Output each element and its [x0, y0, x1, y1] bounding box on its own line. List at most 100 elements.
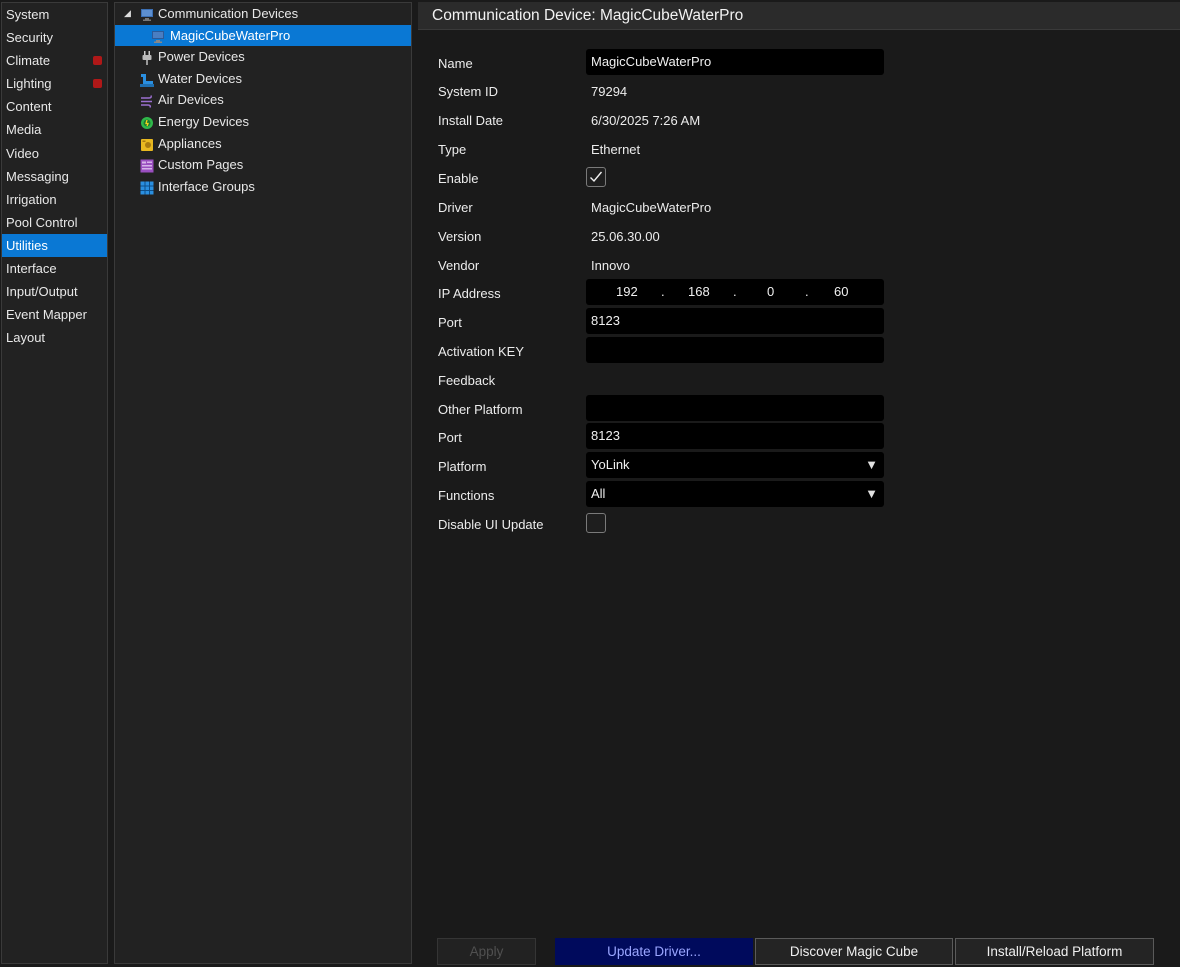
install-date-row: Install Date 6/30/2025 7:26 AM — [418, 107, 1180, 136]
tree-item-energy-devices[interactable]: Energy Devices — [115, 111, 411, 133]
tree-item-communication-devices[interactable]: ◢ Communication Devices — [115, 3, 411, 25]
page-icon — [140, 158, 154, 173]
enable-label: Enable — [438, 171, 479, 186]
nav-item-media[interactable]: Media — [2, 118, 107, 141]
expand-arrow-icon[interactable]: ◢ — [124, 3, 131, 24]
name-row: Name MagicCubeWaterPro — [418, 49, 1180, 78]
platform-label: Platform — [438, 459, 487, 474]
monitor-icon — [140, 7, 154, 21]
system-id-value: 79294 — [591, 84, 628, 99]
nav-item-system[interactable]: System — [2, 3, 107, 26]
nav-item-label: Layout — [6, 330, 46, 346]
nav-item-interface[interactable]: Interface — [2, 257, 107, 280]
tree-item-label: Communication Devices — [158, 6, 299, 21]
status-dot-icon — [93, 79, 102, 89]
install-date-value: 6/30/2025 7:26 AM — [591, 113, 701, 128]
nav-item-event-mapper[interactable]: Event Mapper — [2, 303, 107, 326]
tree-item-appliances[interactable]: Appliances — [115, 133, 411, 155]
other-platform-input[interactable] — [586, 395, 884, 421]
tree-item-custom-pages[interactable]: Custom Pages — [115, 154, 411, 176]
disable-ui-update-row: Disable UI Update — [418, 510, 1180, 539]
ip-address-label: IP Address — [438, 286, 501, 301]
name-label: Name — [438, 56, 473, 71]
ip-dot: . — [661, 284, 665, 299]
ip-octet-1[interactable]: 192 — [616, 279, 638, 305]
monitor-icon — [151, 29, 165, 43]
nav-item-messaging[interactable]: Messaging — [2, 165, 107, 188]
status-dot-icon — [93, 56, 102, 66]
tree-item-power-devices[interactable]: Power Devices — [115, 46, 411, 68]
ip-octet-4[interactable]: 60 — [834, 279, 848, 305]
wind-icon — [140, 93, 154, 109]
nav-item-label: Content — [6, 99, 52, 115]
ip-address-input[interactable]: 192 . 168 . 0 . 60 — [586, 279, 884, 305]
system-id-label: System ID — [438, 84, 498, 99]
enable-checkbox[interactable] — [586, 167, 606, 187]
nav-item-label: System — [6, 7, 50, 22]
tree-item-air-devices[interactable]: Air Devices — [115, 89, 411, 111]
tree-item-label: Interface Groups — [158, 178, 255, 194]
tree-item-interface-groups[interactable]: Interface Groups — [115, 176, 411, 198]
faucet-icon — [140, 72, 154, 87]
apply-button[interactable]: Apply — [437, 938, 536, 965]
nav-item-label: Input/Output — [6, 284, 78, 300]
port-input[interactable]: 8123 — [586, 308, 884, 334]
tree-item-label: Appliances — [158, 135, 222, 151]
tree-item-label: Air Devices — [158, 92, 224, 108]
grid-icon — [140, 180, 154, 195]
type-row: Type Ethernet — [418, 136, 1180, 165]
platform-port-label: Port — [438, 430, 462, 445]
nav-item-label: Event Mapper — [6, 307, 87, 323]
platform-port-row: Port 8123 — [418, 423, 1180, 452]
system-id-row: System ID 79294 — [418, 78, 1180, 107]
nav-item-input-output[interactable]: Input/Output — [2, 280, 107, 303]
nav-item-layout[interactable]: Layout — [2, 326, 107, 349]
vendor-label: Vendor — [438, 258, 480, 273]
ip-octet-3[interactable]: 0 — [767, 279, 774, 305]
nav-item-label: Video — [6, 145, 40, 161]
nav-item-lighting[interactable]: Lighting — [2, 72, 107, 95]
driver-row: Driver MagicCubeWaterPro — [418, 194, 1180, 223]
functions-select[interactable]: All ▼ — [586, 481, 884, 507]
nav-item-label: Interface — [6, 261, 57, 277]
nav-item-label: Climate — [6, 53, 51, 69]
update-driver-button[interactable]: Update Driver... — [555, 938, 753, 965]
activation-key-input[interactable] — [586, 337, 884, 363]
device-tree: ◢ Communication Devices MagicCubeWaterPr… — [114, 2, 412, 964]
platform-port-input[interactable]: 8123 — [586, 423, 884, 449]
nav-item-pool-control[interactable]: Pool Control — [2, 211, 107, 234]
tree-item-label: Water Devices — [158, 70, 243, 86]
type-value: Ethernet — [591, 142, 641, 157]
feedback-row: Feedback — [418, 367, 1180, 396]
discover-magic-cube-button[interactable]: Discover Magic Cube — [755, 938, 953, 965]
other-platform-row: Other Platform — [418, 395, 1180, 424]
disable-ui-update-checkbox[interactable] — [586, 513, 606, 533]
tree-item-label: MagicCubeWaterPro — [170, 27, 291, 43]
nav-item-content[interactable]: Content — [2, 95, 107, 118]
ip-octet-2[interactable]: 168 — [688, 279, 710, 305]
functions-label: Functions — [438, 488, 495, 503]
driver-label: Driver — [438, 200, 473, 215]
appliance-icon — [140, 137, 154, 151]
platform-row: Platform YoLink ▼ — [418, 452, 1180, 481]
nav-item-climate[interactable]: Climate — [2, 49, 107, 72]
vendor-value: Innovo — [591, 258, 631, 273]
nav-item-irrigation[interactable]: Irrigation — [2, 188, 107, 211]
nav-item-security[interactable]: Security — [2, 26, 107, 49]
tree-item-water-devices[interactable]: Water Devices — [115, 68, 411, 90]
nav-item-label: Security — [6, 30, 53, 46]
version-label: Version — [438, 229, 482, 244]
tree-item-magiccubewaterpro[interactable]: MagicCubeWaterPro — [115, 24, 411, 47]
platform-select[interactable]: YoLink ▼ — [586, 452, 884, 478]
install-reload-platform-button[interactable]: Install/Reload Platform — [955, 938, 1154, 965]
enable-row: Enable — [418, 165, 1180, 194]
tree-item-label: Energy Devices — [158, 113, 250, 129]
version-value: 25.06.30.00 — [591, 229, 660, 244]
name-input[interactable]: MagicCubeWaterPro — [586, 49, 884, 75]
chevron-down-icon: ▼ — [865, 457, 878, 472]
nav-item-utilities[interactable]: Utilities — [2, 233, 107, 258]
disable-ui-update-label: Disable UI Update — [438, 517, 544, 532]
activation-key-label: Activation KEY — [438, 344, 524, 359]
version-row: Version 25.06.30.00 — [418, 223, 1180, 252]
nav-item-video[interactable]: Video — [2, 142, 107, 165]
